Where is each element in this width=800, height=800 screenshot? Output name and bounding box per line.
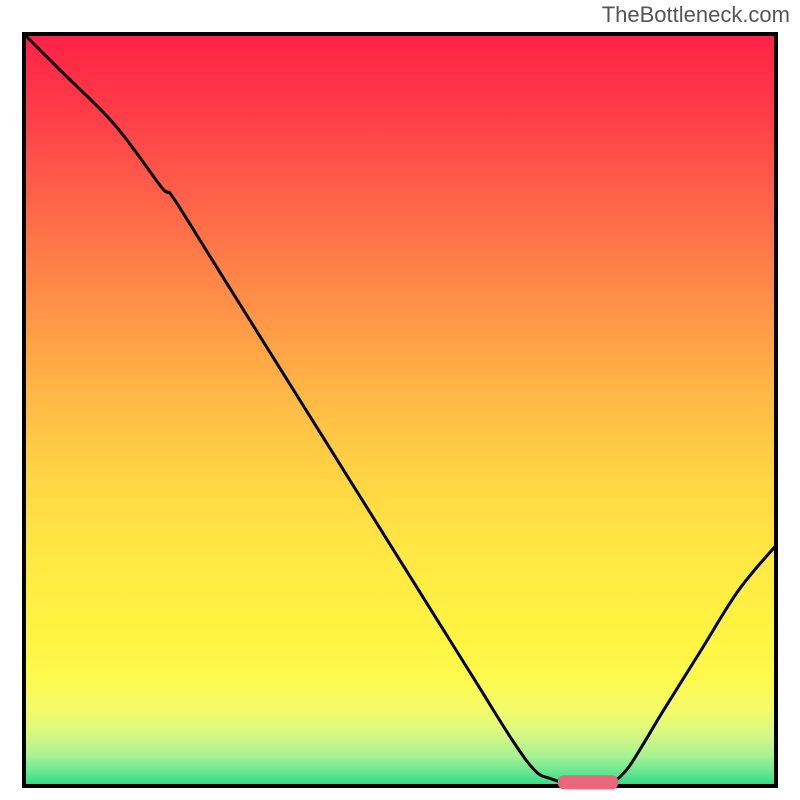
- chart-svg: [20, 30, 780, 790]
- watermark-text: TheBottleneck.com: [602, 2, 790, 28]
- chart-area: [20, 30, 780, 790]
- optimal-marker: [558, 775, 618, 789]
- gradient-background: [24, 34, 776, 786]
